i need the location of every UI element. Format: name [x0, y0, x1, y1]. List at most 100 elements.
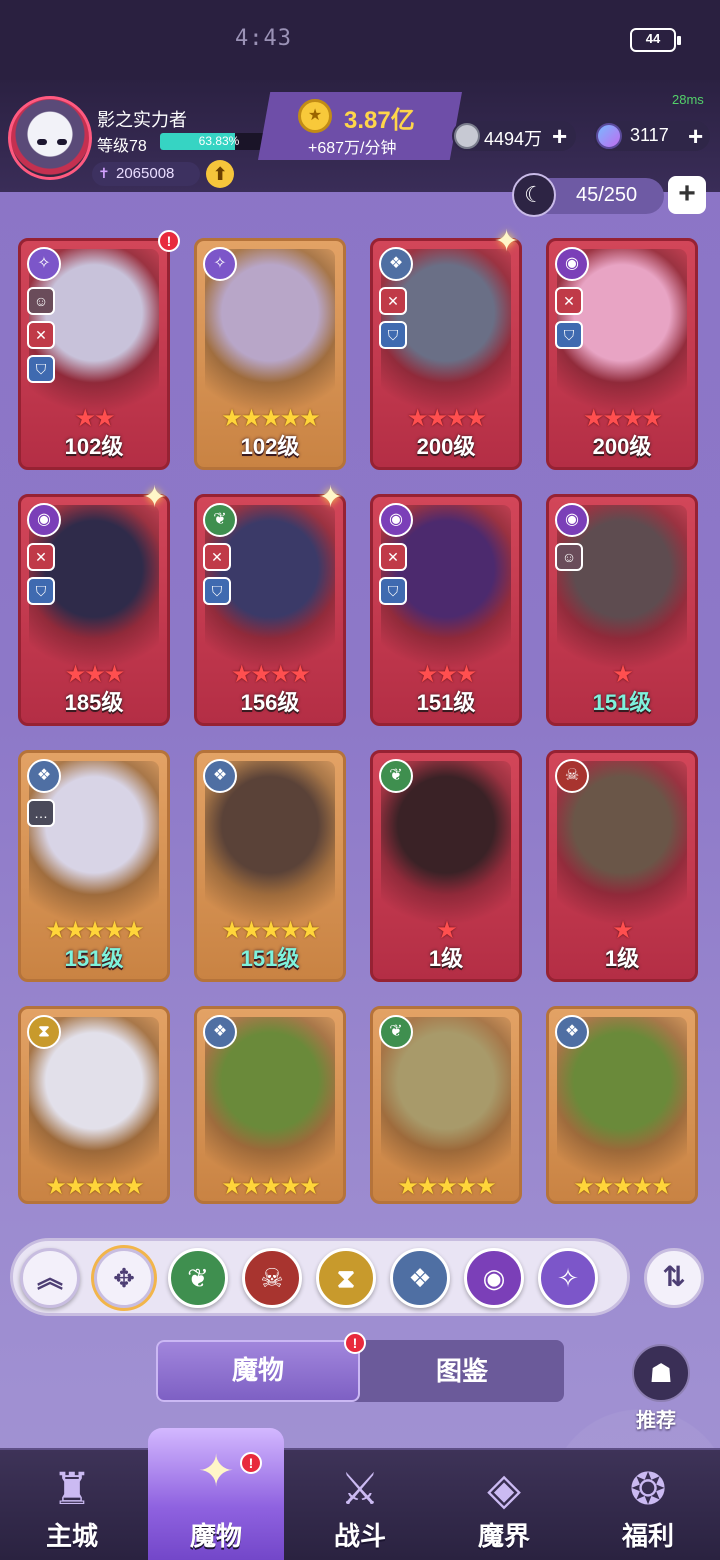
- power-upgrade-button[interactable]: ⬆: [206, 160, 234, 188]
- expand-capacity-button[interactable]: +: [668, 176, 706, 214]
- monster-level: 200级: [592, 434, 652, 459]
- star-rating: ★★★★★: [397, 1173, 497, 1200]
- hourglass-icon: ⧗: [336, 1263, 356, 1293]
- nav-battle[interactable]: 战斗: [300, 1516, 420, 1553]
- avatar-eye-right: [57, 139, 67, 145]
- monster-card[interactable]: ❖ ★★★★★ 151级: [194, 750, 346, 982]
- star-rating: ★★★★★: [573, 1173, 673, 1200]
- flame-star-icon: ✦: [197, 1447, 235, 1496]
- monster-card[interactable]: ◉ ✕ ⛉ ★★★ 185级: [18, 494, 170, 726]
- monster-card[interactable]: ❖ ✕ ⛉ ★★★★ 200级: [370, 238, 522, 470]
- monster-capacity: 45/250: [544, 178, 664, 214]
- monster-card[interactable]: ⧗ ★★★★★: [18, 1006, 170, 1204]
- eye-icon: ◉: [555, 503, 589, 537]
- shield-tag-icon: ⛉: [27, 577, 55, 605]
- dragon-icon: ❖: [379, 247, 413, 281]
- tab-codex[interactable]: 图鉴: [360, 1340, 564, 1402]
- leaf-icon: ❦: [379, 759, 413, 793]
- monster-level: 185级: [64, 690, 124, 715]
- shield-tag-icon: ⛉: [555, 321, 583, 349]
- nav-welfare[interactable]: 福利: [588, 1516, 708, 1553]
- monster-card[interactable]: ✧ ☺ ✕ ⛉ ★★ 102级: [18, 238, 170, 470]
- dragon-icon: ❖: [203, 759, 237, 793]
- filter-nature-button[interactable]: ❦: [168, 1248, 228, 1308]
- filter-skull-button[interactable]: ☠: [242, 1248, 302, 1308]
- dragon-icon: ❖: [27, 759, 61, 793]
- filter-all-button[interactable]: ✥: [94, 1248, 154, 1308]
- shield-sword-icon: ⚔: [340, 1465, 380, 1514]
- nav-main-city[interactable]: 主城: [12, 1516, 132, 1553]
- silver-amount: 4494万: [484, 129, 543, 149]
- monster-card[interactable]: ❦ ★ 1级: [370, 750, 522, 982]
- filter-hourglass-button[interactable]: ⧗: [316, 1248, 376, 1308]
- monster-level: 151级: [240, 946, 300, 971]
- leaf-icon: ❦: [379, 1015, 413, 1049]
- gem-amount: 3117: [630, 125, 669, 145]
- sword-tag-icon: ✕: [203, 543, 231, 571]
- dragon-icon: ❖: [408, 1263, 432, 1293]
- gold-amount: 3.87亿: [344, 107, 415, 134]
- silver-add-button[interactable]: +: [552, 121, 567, 152]
- shield-tag-icon: ⛉: [379, 321, 407, 349]
- collapse-filter-button[interactable]: ︽: [20, 1248, 80, 1308]
- monster-card[interactable]: ❖ ★★★★★: [546, 1006, 698, 1204]
- monster-level: 156级: [240, 690, 300, 715]
- sparkle-icon: ✦: [494, 225, 520, 258]
- gem-star-icon: [596, 123, 622, 149]
- sword-tag-icon: ✕: [555, 287, 583, 315]
- capacity-value: 45/250: [576, 184, 638, 206]
- filter-swirl-button[interactable]: ✧: [538, 1248, 598, 1308]
- player-avatar[interactable]: [8, 96, 92, 180]
- star-rating: ★★★★★: [45, 1173, 145, 1200]
- monster-card[interactable]: ✧ ★★★★★ 102级: [194, 238, 346, 470]
- swirl-icon: ✧: [557, 1263, 579, 1293]
- chest-icon: ❂: [629, 1465, 667, 1514]
- silver-resource[interactable]: 4494万 +: [452, 121, 576, 151]
- eye-icon: ◉: [482, 1263, 506, 1293]
- sort-button[interactable]: ⇅: [644, 1248, 704, 1308]
- star-rating: ★★★★★: [221, 1173, 321, 1200]
- nav-monster[interactable]: 魔物: [156, 1516, 276, 1553]
- leaf-icon: ❦: [203, 503, 237, 537]
- monster-cat-icon: ☾: [512, 173, 556, 217]
- gem-resource[interactable]: 3117 +: [594, 121, 710, 151]
- skull-icon: ☠: [555, 759, 589, 793]
- monster-level: 151级: [416, 690, 476, 715]
- sparkle-icon: ✦: [318, 481, 344, 514]
- sword-tag-icon: ✕: [379, 287, 407, 315]
- portrait-tag-icon: ☺: [555, 543, 583, 571]
- eye-icon: ◉: [27, 503, 61, 537]
- hourglass-icon: ⧗: [27, 1015, 61, 1049]
- sword-tag-icon: ✕: [379, 543, 407, 571]
- monster-level: 151级: [592, 690, 652, 715]
- monster-level: 1级: [604, 946, 640, 971]
- monster-level: 1级: [428, 946, 464, 971]
- monster-card[interactable]: ❖ ★★★★★: [194, 1006, 346, 1204]
- nav-monster-notify-icon: !: [240, 1452, 262, 1474]
- monster-card[interactable]: ❦ ★★★★★: [370, 1006, 522, 1204]
- monster-card[interactable]: ❖… ★★★★★ 151级: [18, 750, 170, 982]
- monster-level: 102级: [64, 434, 124, 459]
- filter-dragon-button[interactable]: ❖: [390, 1248, 450, 1308]
- monster-card[interactable]: ❦ ✕ ⛉ ★★★★ 156级: [194, 494, 346, 726]
- double-chevron-up-icon: ︽: [36, 1263, 63, 1293]
- nav-demon-realm[interactable]: 魔界: [444, 1516, 564, 1553]
- gem-add-button[interactable]: +: [688, 121, 703, 152]
- filter-eye-button[interactable]: ◉: [464, 1248, 524, 1308]
- monster-card[interactable]: ◉ ☺ ★ 151级: [546, 494, 698, 726]
- monster-card[interactable]: ◉ ✕ ⛉ ★★★ 151级: [370, 494, 522, 726]
- recommend-label[interactable]: 推荐: [636, 1404, 676, 1433]
- monster-card[interactable]: ☠ ★ 1级: [546, 750, 698, 982]
- dragon-icon: ❖: [203, 1015, 237, 1049]
- monster-card[interactable]: ◉ ✕ ⛉ ★★★★ 200级: [546, 238, 698, 470]
- status-time: 4:43: [235, 26, 292, 51]
- chat-tag-icon: …: [27, 799, 55, 827]
- dragon-icon: ❖: [555, 1015, 589, 1049]
- recommend-team-icon[interactable]: ☗: [632, 1344, 690, 1402]
- portal-icon: ◈: [487, 1465, 521, 1514]
- sword-tag-icon: ✕: [27, 321, 55, 349]
- portrait-tag-icon: ☺: [27, 287, 55, 315]
- combat-power-value: 2065008: [116, 165, 175, 182]
- skull-icon: ☠: [260, 1263, 284, 1293]
- tab-monster[interactable]: 魔物: [156, 1340, 360, 1402]
